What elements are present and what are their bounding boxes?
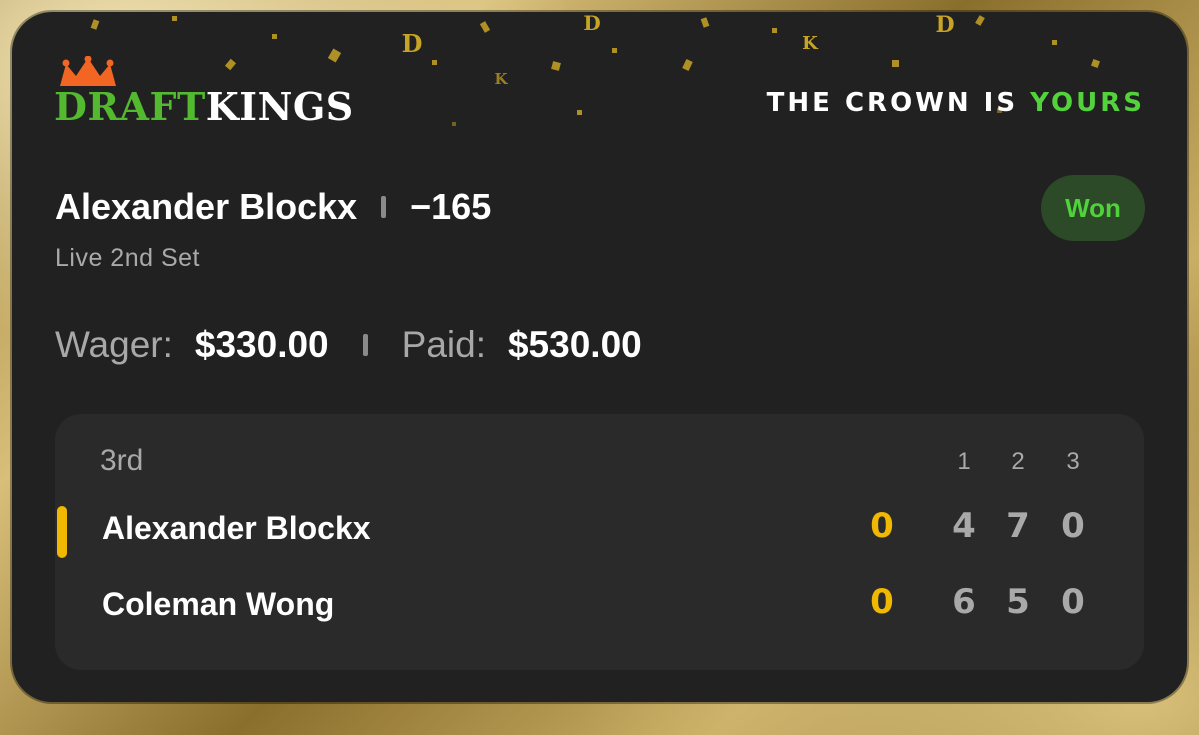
gold-frame: D D D K K DRAFTKINGS THE CROWN IS YOURS … — [0, 0, 1199, 735]
tagline-prefix: THE CROWN IS — [766, 88, 1031, 118]
set-header-3: 3 — [1066, 448, 1080, 475]
crown-confetti-icon: D — [935, 12, 954, 38]
confetti-piece — [612, 48, 617, 53]
confetti-piece — [682, 58, 693, 72]
svg-text:D: D — [583, 12, 600, 35]
serving-indicator — [57, 506, 67, 558]
confetti-piece — [452, 122, 456, 126]
set-1-score: 4 — [952, 506, 976, 546]
crown-confetti-icon: D — [583, 12, 600, 35]
tagline: THE CROWN IS YOURS — [767, 88, 1145, 118]
svg-text:D: D — [402, 30, 423, 58]
status-badge: Won — [1041, 175, 1145, 241]
current-game-score: 0 — [870, 506, 894, 546]
logo-draft: RAFT — [87, 84, 206, 129]
market-label: Live 2nd Set — [55, 244, 200, 272]
confetti-piece — [172, 16, 177, 21]
set-header-1: 1 — [957, 448, 971, 475]
tagline-accent: YOURS — [1030, 88, 1145, 118]
draftkings-logo: DRAFTKINGS — [54, 56, 384, 136]
logo-wordmark: DRAFTKINGS — [54, 84, 354, 129]
paid-value: $530.00 — [507, 324, 642, 365]
set-header-2: 2 — [1011, 448, 1025, 475]
confetti-piece — [1091, 59, 1100, 68]
confetti-piece — [892, 60, 899, 67]
confetti-piece — [432, 60, 437, 65]
confetti-piece — [90, 19, 100, 30]
player-row: Alexander Blockx 0 4 7 0 — [55, 500, 1144, 560]
bet-card: D D D K K DRAFTKINGS THE CROWN IS YOURS … — [12, 12, 1187, 702]
player-name: Coleman Wong — [102, 586, 335, 622]
set-3-score: 0 — [1061, 582, 1085, 622]
set-2-score: 7 — [1006, 506, 1030, 546]
wager-label: Wager: — [55, 324, 173, 365]
odds: −165 — [410, 186, 492, 227]
crown-confetti-icon: K — [494, 70, 508, 88]
scoreboard: 3rd 1 2 3 Alexander Blockx 0 4 7 0 Colem… — [55, 414, 1144, 670]
paid-label: Paid: — [401, 324, 486, 365]
crown-confetti-icon: K — [802, 33, 819, 54]
selection-name: Alexander Blockx — [55, 186, 358, 227]
svg-text:K: K — [494, 70, 508, 88]
svg-text:D: D — [935, 12, 954, 38]
set-1-score: 6 — [952, 582, 976, 622]
player-name: Alexander Blockx — [102, 510, 371, 546]
logo-kings: KINGS — [205, 84, 354, 129]
set-3-score: 0 — [1061, 506, 1085, 546]
confetti-piece — [551, 61, 561, 71]
wager-line: Wager: $330.00 Paid: $530.00 — [55, 324, 642, 366]
set-2-score: 5 — [1006, 582, 1030, 622]
bet-selection-line: Alexander Blockx −165 — [55, 186, 491, 228]
player-row: Coleman Wong 0 6 5 0 — [55, 576, 1144, 636]
separator — [381, 196, 387, 218]
svg-text:K: K — [802, 33, 819, 54]
confetti-piece — [272, 34, 277, 39]
crown-confetti-icon: D — [402, 30, 423, 58]
separator — [362, 334, 368, 356]
current-game-score: 0 — [870, 582, 894, 622]
confetti-piece — [1052, 40, 1057, 45]
wager-value: $330.00 — [194, 324, 329, 365]
confetti-piece — [772, 28, 777, 33]
period-label: 3rd — [100, 444, 144, 477]
logo-initial: D — [54, 84, 88, 129]
confetti-piece — [700, 17, 710, 28]
confetti-piece — [577, 110, 582, 115]
confetti-piece — [479, 21, 491, 33]
confetti-piece — [975, 15, 985, 26]
